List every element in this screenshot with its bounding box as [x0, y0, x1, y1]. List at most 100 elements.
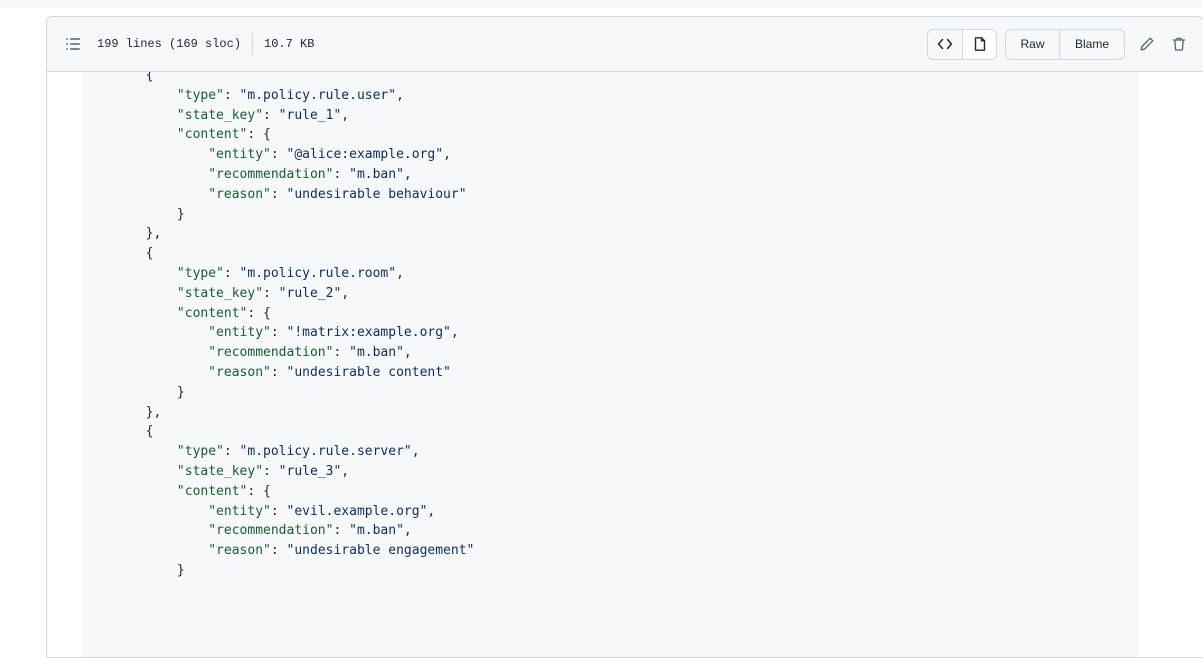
json-punctuation: :: [270, 543, 287, 559]
pencil-icon: [1140, 37, 1154, 51]
code-line: "state_key": "rule_1",: [83, 106, 474, 126]
code-line: "content": {: [83, 304, 474, 324]
view-toggle: [927, 28, 997, 60]
json-key: "entity": [208, 147, 271, 163]
json-string: "m.ban": [349, 345, 404, 361]
json-punctuation: : {: [247, 483, 271, 499]
delete-button[interactable]: [1163, 30, 1195, 59]
list-outline-icon[interactable]: [65, 36, 81, 52]
code-line: {: [83, 72, 474, 86]
json-key: "recommendation": [208, 345, 334, 361]
top-strip: [0, 0, 1203, 7]
json-string: "!matrix:example.org": [286, 325, 451, 341]
edit-button[interactable]: [1131, 30, 1163, 59]
json-string: "rule_3": [278, 463, 342, 479]
code-view-button[interactable]: [928, 29, 962, 59]
json-punctuation: ,: [411, 444, 420, 460]
json-key: "type": [176, 444, 224, 460]
json-punctuation: {: [145, 246, 154, 262]
json-punctuation: ,: [341, 107, 350, 123]
code-line: "type": "m.policy.rule.server",: [83, 442, 474, 462]
code-line: {: [83, 422, 474, 442]
file-actions: Raw Blame: [927, 17, 1203, 71]
code-line: }: [83, 383, 474, 403]
json-punctuation: :: [333, 523, 350, 539]
json-punctuation: :: [223, 87, 240, 103]
code-line: "type": "m.policy.rule.room",: [83, 264, 474, 284]
json-string: "m.policy.rule.server": [239, 444, 412, 460]
raw-blame-group: Raw Blame: [1005, 28, 1125, 60]
json-punctuation: ,: [396, 87, 404, 103]
json-string: "undesirable content": [286, 364, 451, 380]
json-punctuation: ,: [427, 503, 436, 519]
json-key: "content": [176, 483, 248, 499]
json-punctuation: :: [263, 285, 279, 301]
file-header: 199 lines (169 sloc) 10.7 KB Raw Blame: [47, 17, 1203, 72]
file-viewer: 199 lines (169 sloc) 10.7 KB Raw Blame {…: [46, 16, 1203, 658]
json-string: "m.policy.rule.user": [239, 87, 397, 103]
json-punctuation: ,: [403, 166, 412, 182]
code-line: "content": {: [83, 482, 474, 502]
json-punctuation: ,: [341, 463, 350, 479]
preview-button[interactable]: [962, 29, 996, 59]
file-info: 199 lines (169 sloc) 10.7 KB: [97, 34, 314, 54]
json-punctuation: },: [145, 226, 162, 242]
json-punctuation: ,: [396, 265, 404, 281]
json-string: "rule_2": [278, 285, 342, 301]
line-count: 199 lines (169 sloc): [97, 37, 242, 51]
json-punctuation: :: [263, 107, 279, 123]
blame-button[interactable]: Blame: [1059, 29, 1124, 59]
json-punctuation: :: [270, 147, 287, 163]
code-line: "content": {: [83, 125, 474, 145]
json-key: "content": [176, 127, 248, 143]
file-size: 10.7 KB: [264, 37, 315, 51]
json-key: "state_key": [176, 107, 264, 123]
json-key: "recommendation": [208, 523, 334, 539]
json-punctuation: }: [176, 384, 185, 400]
json-key: "reason": [208, 543, 271, 559]
json-key: "entity": [208, 325, 271, 341]
json-punctuation: : {: [247, 305, 271, 321]
json-key: "recommendation": [208, 166, 334, 182]
json-string: "rule_1": [278, 107, 342, 123]
code-line: },: [83, 403, 474, 423]
code-line: "reason": "undesirable engagement": [83, 541, 474, 561]
json-key: "entity": [208, 503, 271, 519]
json-string: "undesirable engagement": [286, 543, 475, 559]
json-punctuation: ,: [341, 285, 350, 301]
json-punctuation: }: [176, 562, 185, 578]
json-punctuation: :: [223, 265, 240, 281]
json-punctuation: :: [263, 463, 279, 479]
code-line: "entity": "@alice:example.org",: [83, 145, 474, 165]
code-line: {: [83, 244, 474, 264]
json-string: "evil.example.org": [286, 503, 428, 519]
file-header-left: 199 lines (169 sloc) 10.7 KB: [65, 34, 314, 54]
code-line: "recommendation": "m.ban",: [83, 343, 474, 363]
json-punctuation: : {: [247, 127, 271, 143]
json-punctuation: {: [145, 424, 154, 440]
code-line: }: [83, 205, 474, 225]
json-punctuation: :: [270, 186, 287, 202]
info-divider: [252, 34, 254, 54]
json-punctuation: :: [270, 503, 287, 519]
code-line: "entity": "!matrix:example.org",: [83, 323, 474, 343]
raw-button[interactable]: Raw: [1006, 30, 1059, 59]
json-key: "content": [176, 305, 248, 321]
json-key: "type": [176, 265, 224, 281]
